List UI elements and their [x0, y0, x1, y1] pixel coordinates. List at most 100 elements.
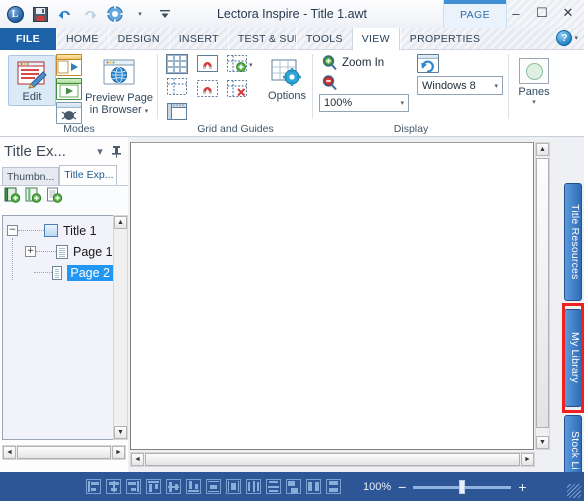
quick-access-toolbar: L ▾	[4, 2, 176, 26]
pin-icon[interactable]	[108, 142, 124, 160]
zoom-in-button[interactable]: Zoom In	[321, 54, 384, 71]
preview-page-in-browser-button[interactable]: Preview Page in Browser ▾	[82, 58, 156, 118]
center-in-page-vertical-icon[interactable]	[206, 479, 221, 494]
undo-icon[interactable]	[54, 3, 76, 25]
left-pane-horizontal-scrollbar[interactable]: ◄ ►	[2, 445, 126, 460]
panes-caret-icon[interactable]: ▾	[532, 98, 536, 106]
title-tree[interactable]: − Title 1 + Page 1 Page 2	[2, 215, 114, 440]
canvas-hscroll-thumb[interactable]	[145, 453, 520, 466]
distribute-horizontal-icon[interactable]	[246, 479, 261, 494]
add-guide-caret-icon[interactable]: ▾	[249, 61, 253, 69]
left-pane-vertical-scrollbar[interactable]: ▲ ▼	[113, 215, 128, 440]
ribbon-tab-test-survey[interactable]: TEST & SURV	[227, 28, 296, 50]
add-chapter-icon[interactable]	[4, 187, 21, 206]
distribute-vertical-icon[interactable]	[266, 479, 281, 494]
ribbon-tab-design[interactable]: DESIGN	[107, 28, 169, 50]
qat-overflow-icon[interactable]	[154, 3, 176, 25]
ribbon-tab-properties[interactable]: PROPERTIES	[399, 28, 490, 50]
ribbon-group-display: Zoom In 100% ▾ Windows 8 ▾ Display	[313, 50, 509, 137]
save-icon[interactable]	[29, 3, 51, 25]
contextual-tab-page[interactable]: PAGE	[443, 0, 507, 28]
grid-options-button[interactable]: Options	[265, 58, 309, 102]
customize-caret-icon[interactable]: ▾	[129, 3, 151, 25]
status-zoom-slider[interactable]	[413, 479, 512, 494]
show-grid-icon[interactable]	[166, 54, 188, 74]
tree-item-title-1[interactable]: − Title 1	[7, 220, 113, 241]
zoom-level-combobox[interactable]: 100% ▾	[319, 94, 409, 112]
tab-title-explorer[interactable]: Title Exp...	[59, 165, 118, 185]
add-guide-icon[interactable]	[226, 54, 248, 76]
align-center-horizontal-icon[interactable]	[106, 479, 121, 494]
preview-caret-icon[interactable]: ▾	[145, 108, 149, 115]
help-button[interactable]: ? ▾	[556, 30, 578, 46]
center-in-page-horizontal-icon[interactable]	[226, 479, 241, 494]
pane-menu-caret-icon[interactable]: ▾	[92, 142, 108, 160]
snap-to-guides-icon[interactable]	[196, 79, 219, 101]
zoom-slider-thumb[interactable]	[459, 479, 466, 494]
page-canvas[interactable]	[130, 142, 534, 450]
canvas-vscroll-thumb[interactable]	[536, 158, 549, 428]
help-caret-icon[interactable]: ▾	[574, 34, 578, 42]
left-scroll-up-button[interactable]: ▲	[114, 216, 127, 229]
resize-grip-icon[interactable]	[567, 484, 581, 498]
align-left-icon[interactable]	[86, 479, 101, 494]
left-scroll-left-button[interactable]: ◄	[3, 446, 16, 459]
zoom-level-caret-icon[interactable]: ▾	[400, 99, 404, 107]
ribbon-tab-view[interactable]: VIEW	[351, 28, 400, 50]
canvas-horizontal-scrollbar[interactable]: ◄ ►	[130, 452, 535, 467]
delete-guide-icon[interactable]	[226, 79, 253, 101]
left-hscroll-thumb[interactable]	[17, 446, 111, 459]
add-section-icon[interactable]	[25, 187, 42, 206]
tab-thumbnails[interactable]: Thumbn...	[2, 167, 60, 185]
theme-caret-icon[interactable]: ▾	[494, 82, 498, 90]
tree-item-page-1[interactable]: + Page 1	[7, 241, 113, 262]
preview-mode-icon[interactable]	[56, 54, 82, 76]
align-middle-icon[interactable]	[166, 479, 181, 494]
debug-mode-icon[interactable]	[56, 102, 82, 124]
zoom-out-icon	[322, 75, 337, 91]
close-button[interactable]: ✕	[556, 2, 580, 24]
align-right-icon[interactable]	[126, 479, 141, 494]
canvas-scroll-up-button[interactable]: ▲	[536, 143, 549, 156]
settings-icon[interactable]	[104, 3, 126, 25]
ribbon-tab-file[interactable]: FILE	[0, 28, 56, 50]
show-guides-icon[interactable]	[166, 77, 188, 99]
maximize-button[interactable]: ☐	[530, 2, 554, 24]
contextual-tab-label: PAGE	[460, 9, 490, 21]
canvas-scroll-right-button[interactable]: ►	[521, 453, 534, 466]
tree-item-page-2[interactable]: Page 2	[7, 262, 113, 283]
theme-combobox[interactable]: Windows 8 ▾	[417, 76, 503, 95]
panes-icon	[519, 58, 549, 84]
run-mode-icon[interactable]	[56, 78, 82, 100]
same-width-icon[interactable]	[306, 479, 321, 494]
align-bottom-icon[interactable]	[186, 479, 201, 494]
canvas-vertical-scrollbar[interactable]: ▲ ▼	[535, 142, 550, 450]
add-page-icon[interactable]	[46, 187, 63, 206]
tree-expander-page-1[interactable]: +	[25, 246, 36, 257]
tab-title-resources[interactable]: Title Resources	[564, 183, 582, 301]
refresh-button[interactable]	[417, 54, 439, 73]
tree-expander-title-1[interactable]: −	[7, 225, 18, 236]
ribbon-tab-insert[interactable]: INSERT	[168, 28, 228, 50]
title-explorer-tabs: Thumbn... Title Exp...	[0, 165, 128, 185]
ribbon-tab-tools[interactable]: TOOLS	[295, 28, 352, 50]
status-zoom-in-button[interactable]: +	[518, 480, 526, 494]
redo-icon[interactable]	[79, 3, 101, 25]
same-height-icon[interactable]	[326, 479, 341, 494]
align-top-icon[interactable]	[146, 479, 161, 494]
same-size-icon[interactable]	[286, 479, 301, 494]
snap-to-grid-icon[interactable]	[196, 54, 219, 76]
panes-button[interactable]: Panes ▾	[515, 58, 553, 106]
edit-button[interactable]: Edit	[8, 55, 56, 106]
zoom-out-button[interactable]	[321, 74, 338, 94]
left-scroll-down-button[interactable]: ▼	[114, 426, 127, 439]
canvas-scroll-down-button[interactable]: ▼	[536, 436, 549, 449]
left-scroll-right-button[interactable]: ►	[112, 446, 125, 459]
lectora-logo-icon[interactable]: L	[4, 3, 26, 25]
status-zoom-out-button[interactable]: −	[398, 480, 406, 494]
panes-label: Panes	[518, 86, 550, 98]
ribbon-tab-home[interactable]: HOME	[55, 28, 108, 50]
show-rulers-icon[interactable]	[166, 102, 188, 124]
minimize-button[interactable]: –	[504, 2, 528, 24]
canvas-scroll-left-button[interactable]: ◄	[131, 453, 144, 466]
